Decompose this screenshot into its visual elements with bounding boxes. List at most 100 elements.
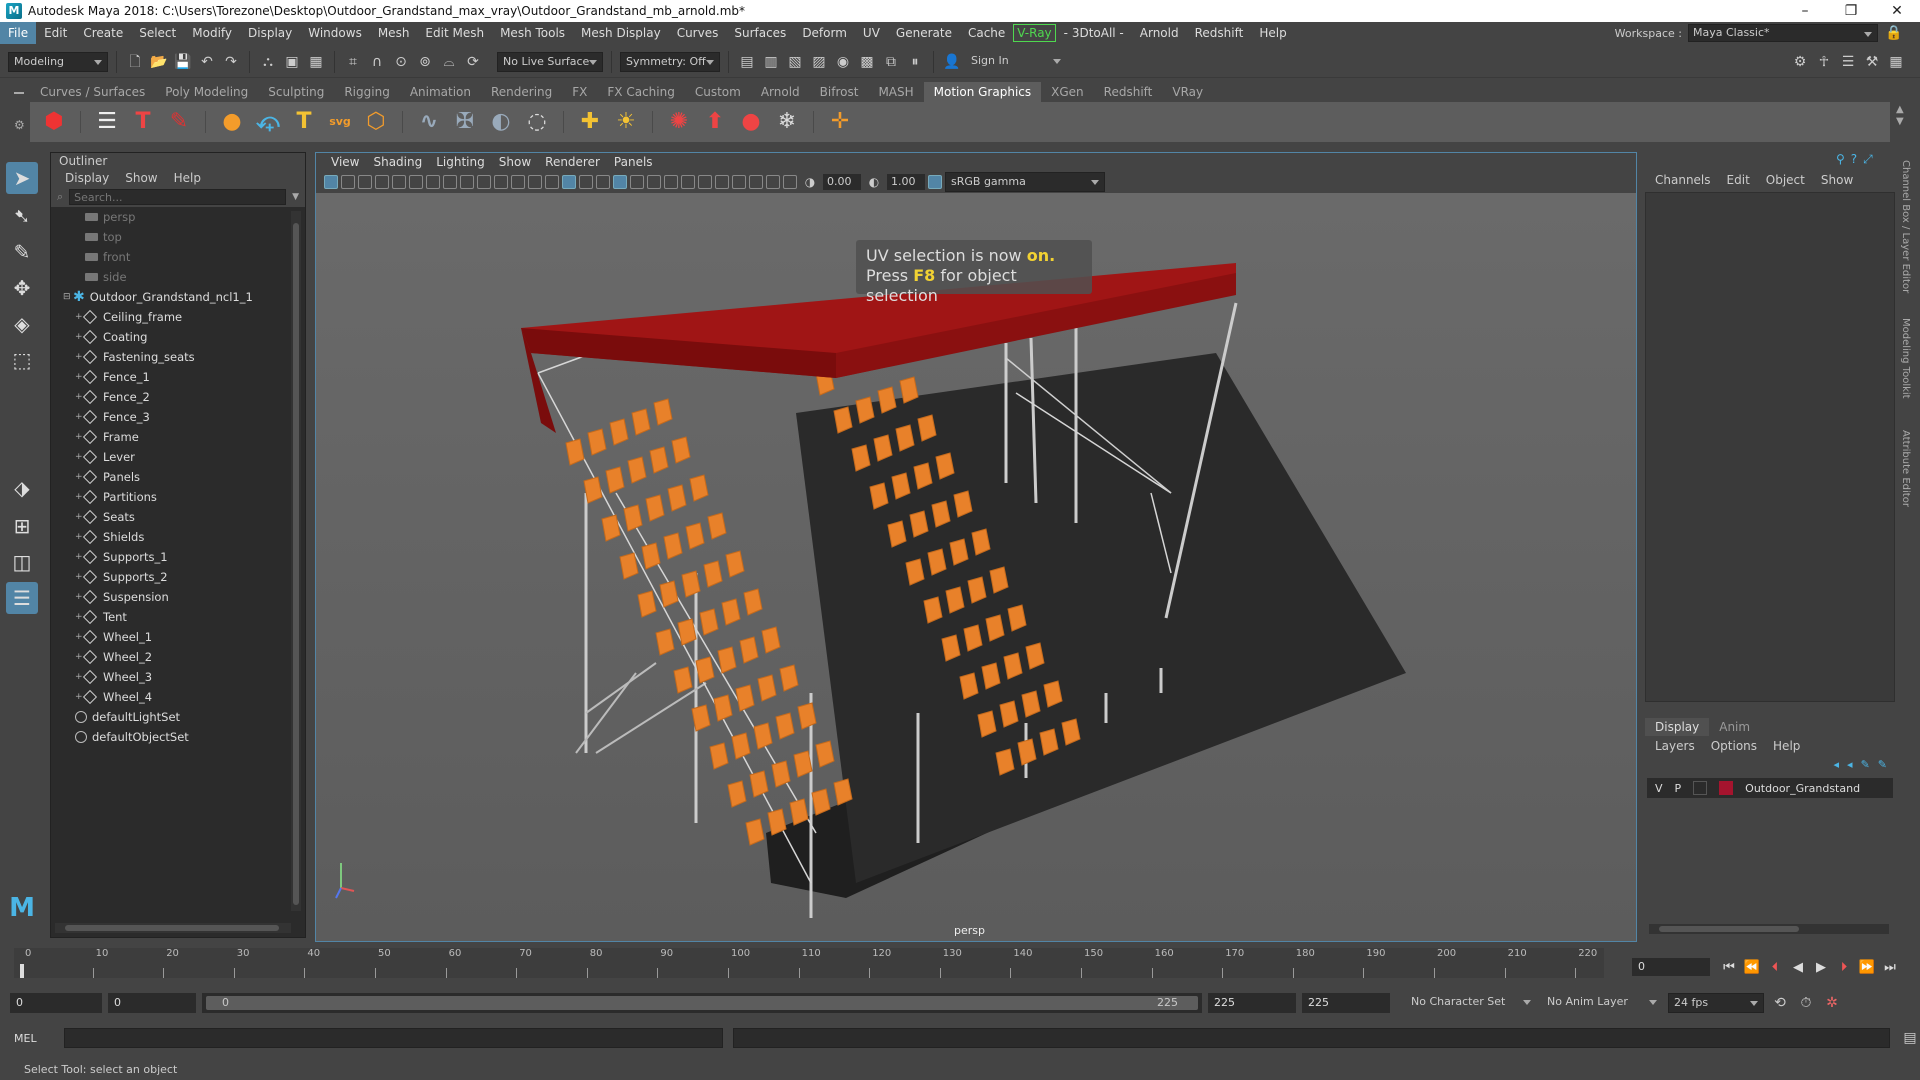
expand-icon[interactable]: ⤢ bbox=[1863, 152, 1873, 167]
fps-dropdown[interactable]: 24 fps bbox=[1668, 993, 1764, 1013]
menu-mesh-tools[interactable]: Mesh Tools bbox=[492, 22, 573, 44]
layer-name[interactable]: Outdoor_Grandstand bbox=[1745, 782, 1860, 795]
step-back-icon[interactable]: ⏪ bbox=[1743, 960, 1761, 975]
shelf-tab-fx-caching[interactable]: FX Caching bbox=[597, 82, 684, 102]
sign-in-button[interactable]: Sign In bbox=[966, 52, 1066, 72]
anti-aliasing-icon[interactable] bbox=[698, 175, 712, 189]
wireframe-icon[interactable] bbox=[545, 175, 559, 189]
vray-vfb-icon[interactable]: ⧉ bbox=[881, 52, 901, 72]
two-pane-icon[interactable]: ◫ bbox=[6, 546, 38, 578]
channelbox-menu-channels[interactable]: Channels bbox=[1647, 170, 1719, 190]
gamma-field[interactable]: 1.00 bbox=[887, 174, 925, 190]
shelf-tab-sculpting[interactable]: Sculpting bbox=[258, 82, 334, 102]
play-forward-icon[interactable]: ▶ bbox=[1812, 960, 1830, 975]
move-tool-icon[interactable]: ✥ bbox=[6, 272, 38, 304]
range-slider[interactable]: 0 225 bbox=[202, 993, 1202, 1013]
new-layer-icon[interactable]: ✎ bbox=[1861, 758, 1870, 771]
modeling-toolkit-icon[interactable]: ⚙ bbox=[1790, 52, 1810, 72]
menu-edit[interactable]: Edit bbox=[36, 22, 75, 44]
viewport-menu-show[interactable]: Show bbox=[492, 153, 538, 171]
menu-deform[interactable]: Deform bbox=[794, 22, 855, 44]
start-time-field[interactable]: 0 bbox=[10, 993, 102, 1013]
attribute-editor-icon[interactable]: ☰ bbox=[1838, 52, 1858, 72]
minimize-button[interactable]: – bbox=[1782, 3, 1828, 19]
move-layer-down-icon[interactable]: ◂ bbox=[1847, 758, 1853, 771]
pause-icon[interactable]: ⏸ bbox=[905, 52, 925, 72]
go-to-start-icon[interactable]: ⏮ bbox=[1720, 960, 1738, 975]
motion-blur-icon[interactable] bbox=[681, 175, 695, 189]
playback-start-field[interactable]: 0 bbox=[108, 993, 196, 1013]
channelbox-menu-edit[interactable]: Edit bbox=[1719, 170, 1758, 190]
redo-icon[interactable]: ↷ bbox=[221, 52, 241, 72]
outliner-item-lever[interactable]: + Lever bbox=[75, 447, 135, 467]
particles-icon[interactable]: ● bbox=[737, 108, 765, 136]
shelf-tab-bifrost[interactable]: Bifrost bbox=[810, 82, 869, 102]
outliner-item-partitions[interactable]: + Partitions bbox=[75, 487, 157, 507]
menu-arnold[interactable]: Arnold bbox=[1132, 22, 1187, 44]
outliner-camera-side[interactable]: side bbox=[85, 267, 127, 287]
outliner-menu-display[interactable]: Display bbox=[57, 169, 117, 187]
outliner-menu-show[interactable]: Show bbox=[117, 169, 165, 187]
layer-hscrollbar[interactable] bbox=[1649, 924, 1889, 934]
svg-icon[interactable]: svg bbox=[326, 108, 354, 136]
auto-key-icon[interactable]: ⏱ bbox=[1796, 993, 1816, 1013]
grease-pencil-icon[interactable] bbox=[409, 175, 423, 189]
wave-deformer-icon[interactable]: ∿ bbox=[415, 108, 443, 136]
text-icon[interactable]: T bbox=[290, 108, 318, 136]
shelf-menu-icon[interactable] bbox=[14, 86, 24, 100]
mel-label[interactable]: MEL bbox=[14, 1032, 54, 1045]
snap-curve-icon[interactable]: ∩ bbox=[367, 52, 387, 72]
menu-edit-mesh[interactable]: Edit Mesh bbox=[417, 22, 492, 44]
select-object-icon[interactable]: ▣ bbox=[282, 52, 302, 72]
isolate-select-icon[interactable] bbox=[732, 175, 746, 189]
menu-mesh-display[interactable]: Mesh Display bbox=[573, 22, 669, 44]
layer-row[interactable]: V P Outdoor_Grandstand bbox=[1647, 778, 1893, 798]
time-slider[interactable]: 0 10 20 30 40 50 60 70 80 90 100 110 120 130 140 150 160… bbox=[14, 948, 1604, 978]
tab-display[interactable]: Display bbox=[1645, 718, 1710, 736]
outliner-camera-persp[interactable]: persp bbox=[85, 207, 135, 227]
outliner-item-seats[interactable]: + Seats bbox=[75, 507, 135, 527]
channelbox-menu-show[interactable]: Show bbox=[1813, 170, 1861, 190]
new-scene-icon[interactable]: 🗋 bbox=[125, 52, 145, 72]
character-controls-icon[interactable]: ☥ bbox=[1814, 52, 1834, 72]
shelf-tab-fx[interactable]: FX bbox=[562, 82, 597, 102]
layer-type-toggle[interactable] bbox=[1693, 781, 1708, 795]
four-pane-icon[interactable]: ⊞ bbox=[6, 510, 38, 542]
mode-dropdown[interactable]: Modeling bbox=[8, 51, 108, 72]
menu-surfaces[interactable]: Surfaces bbox=[726, 22, 794, 44]
playback-end-field[interactable]: 225 bbox=[1208, 993, 1296, 1013]
bend-deformer-icon[interactable]: ◐ bbox=[487, 108, 515, 136]
command-input[interactable] bbox=[63, 1028, 723, 1048]
field-chart-icon[interactable] bbox=[494, 175, 508, 189]
shelf-tab-curves-surfaces[interactable]: Curves / Surfaces bbox=[30, 82, 155, 102]
viewport-menu-shading[interactable]: Shading bbox=[366, 153, 429, 171]
shelf-tab-mash[interactable]: MASH bbox=[868, 82, 923, 102]
curve-icon[interactable]: ⤽ bbox=[254, 108, 282, 136]
symmetry-dropdown[interactable]: Symmetry: Off bbox=[620, 51, 720, 72]
outliner-item-panels[interactable]: + Panels bbox=[75, 467, 140, 487]
snowflake-icon[interactable]: ❄ bbox=[773, 108, 801, 136]
snap-point-icon[interactable]: ⊙ bbox=[391, 52, 411, 72]
resolution-gate-icon[interactable] bbox=[460, 175, 474, 189]
rotate-tool-icon[interactable]: ◈ bbox=[6, 308, 38, 340]
save-scene-icon[interactable]: 💾 bbox=[173, 52, 193, 72]
menu-mesh[interactable]: Mesh bbox=[370, 22, 418, 44]
exposure-field[interactable]: 0.00 bbox=[823, 174, 861, 190]
outliner-item-fastening-seats[interactable]: + Fastening_seats bbox=[75, 347, 195, 367]
snap-surface-icon[interactable]: ⌓ bbox=[439, 52, 459, 72]
outliner-camera-front[interactable]: front bbox=[85, 247, 130, 267]
side-tab-channelbox[interactable]: Channel Box / Layer Editor bbox=[1900, 160, 1911, 293]
shelf-tab-rendering[interactable]: Rendering bbox=[481, 82, 562, 102]
hypershade-icon[interactable]: ◉ bbox=[833, 52, 853, 72]
lock-icon[interactable]: 🔒 bbox=[1884, 23, 1904, 43]
paint-tool-icon[interactable]: ✎ bbox=[165, 108, 193, 136]
xray-icon[interactable] bbox=[749, 175, 763, 189]
outliner-item-supports-2[interactable]: + Supports_2 bbox=[75, 567, 168, 587]
menu-generate[interactable]: Generate bbox=[888, 22, 960, 44]
select-component-icon[interactable]: ▦ bbox=[306, 52, 326, 72]
step-forward-key-icon[interactable]: ⏵ bbox=[1835, 960, 1853, 975]
menu-curves[interactable]: Curves bbox=[669, 22, 727, 44]
outliner-item-wheel-1[interactable]: + Wheel_1 bbox=[75, 627, 152, 647]
twist-deformer-icon[interactable]: ✠ bbox=[451, 108, 479, 136]
mash-network-icon[interactable]: ⬢ bbox=[40, 108, 68, 136]
